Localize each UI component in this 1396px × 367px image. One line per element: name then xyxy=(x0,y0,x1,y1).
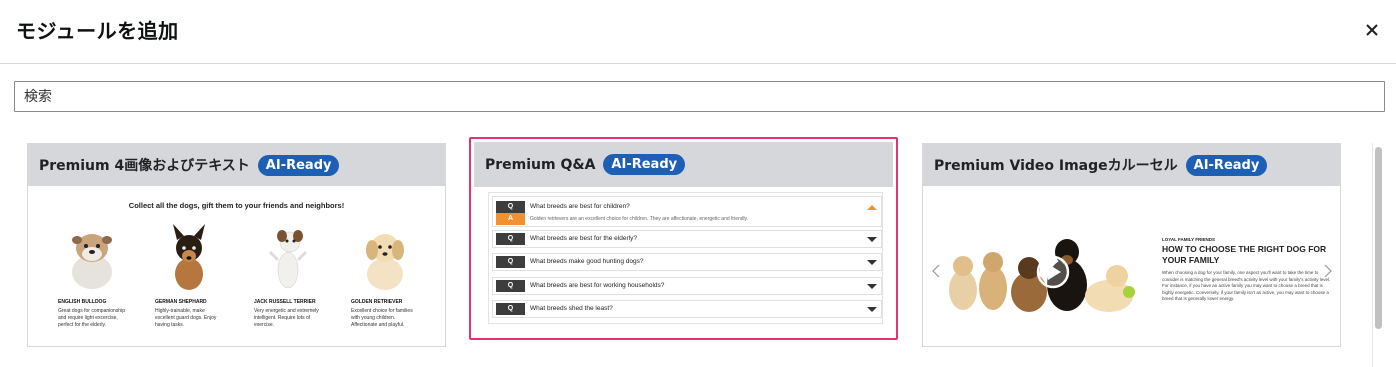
chevron-up-icon xyxy=(867,205,877,210)
qa-item: Q What breeds are best for working house… xyxy=(492,277,882,295)
card-title: Premium Video Imageカルーセル xyxy=(934,158,1178,174)
question-tag: Q xyxy=(496,233,525,245)
ai-ready-badge: AI-Ready xyxy=(257,154,340,176)
qa-item: Q What breeds are best for the elderly? xyxy=(492,230,882,248)
card-preview: Collect all the dogs, gift them to your … xyxy=(28,186,445,346)
qa-item-expanded: Q What breeds are best for children? A G… xyxy=(492,196,882,227)
chevron-down-icon xyxy=(867,307,877,312)
golden-retriever-image xyxy=(366,234,404,290)
dog-item: ENGLISH BULLDOG Great dogs for companion… xyxy=(58,224,144,329)
chevron-right-icon xyxy=(1324,264,1332,278)
dog-name: GERMAN SHEPHARD xyxy=(155,299,207,305)
dog-item: JACK RUSSELL TERRIER Very energetic and … xyxy=(254,224,340,329)
preview-headline: HOW TO CHOOSE THE RIGHT DOG FOR YOUR FAM… xyxy=(1162,244,1327,265)
carousel-dots xyxy=(923,339,1340,346)
question-text: What breeds shed the least? xyxy=(530,305,613,312)
chevron-left-icon xyxy=(932,264,940,278)
dog-description: Excellent choice for families with young… xyxy=(351,308,413,328)
chevron-down-icon xyxy=(867,284,877,289)
module-card-premium-4-image[interactable]: Premium 4画像およびテキスト AI-Ready Collect all … xyxy=(27,143,446,347)
card-header: Premium Video Imageカルーセル AI-Ready xyxy=(923,144,1340,186)
bulldog-image xyxy=(72,234,112,289)
dog-description: Great dogs for companionship and require… xyxy=(58,308,125,328)
module-card-premium-qa[interactable]: Premium Q&A AI-Ready Q What breeds are b… xyxy=(469,137,898,340)
dog-item: GERMAN SHEPHARD Highly-trainable, make e… xyxy=(155,224,241,329)
search-input[interactable] xyxy=(14,81,1385,112)
preview-headline: Collect all the dogs, gift them to your … xyxy=(128,201,345,210)
preview-body: When choosing a dog for your family, one… xyxy=(1162,270,1331,301)
answer-tag: A xyxy=(496,213,525,225)
qa-item: Q What breeds shed the least? xyxy=(492,300,882,318)
dogs-video-image xyxy=(949,239,1135,312)
question-text: What breeds are best for working househo… xyxy=(530,282,665,289)
ai-ready-badge: AI-Ready xyxy=(603,154,686,175)
dialog-title: モジュールを追加 xyxy=(16,19,179,43)
question-tag: Q xyxy=(496,201,525,213)
card-title: Premium 4画像およびテキスト xyxy=(39,158,250,174)
card-header: Premium 4画像およびテキスト AI-Ready xyxy=(28,144,445,186)
scrollbar-thumb[interactable] xyxy=(1375,147,1382,329)
dialog-header: モジュールを追加 xyxy=(0,0,1396,64)
card-preview: Q What breeds are best for children? A G… xyxy=(474,187,893,335)
scrollbar[interactable] xyxy=(1372,143,1382,367)
card-title: Premium Q&A xyxy=(485,156,596,173)
question-tag: Q xyxy=(496,280,525,292)
question-text: What breeds make good hunting dogs? xyxy=(530,258,644,265)
dog-name: GOLDEN RETRIEVER xyxy=(351,299,403,305)
chevron-down-icon xyxy=(867,237,877,242)
question-text: What breeds are best for children? xyxy=(530,203,630,210)
card-preview: LOYAL FAMILY FRIENDS HOW TO CHOOSE THE R… xyxy=(923,186,1340,346)
chevron-down-icon xyxy=(867,260,877,265)
dog-description: Highly-trainable, make excellent guard d… xyxy=(155,308,217,328)
jack-russell-image xyxy=(268,230,308,289)
german-shepherd-image xyxy=(173,224,205,290)
qa-list: Q What breeds are best for children? A G… xyxy=(488,192,883,324)
question-tag: Q xyxy=(496,256,525,268)
dog-name: JACK RUSSELL TERRIER xyxy=(254,299,316,305)
question-tag: Q xyxy=(496,303,525,315)
qa-item: Q What breeds make good hunting dogs? xyxy=(492,253,882,271)
answer-text: Golden retrievers are an excellent choic… xyxy=(530,216,749,222)
dog-description: Very energetic and extremely intelligent… xyxy=(254,308,319,328)
preview-eyebrow: LOYAL FAMILY FRIENDS xyxy=(1162,237,1216,242)
close-icon[interactable] xyxy=(1362,20,1382,40)
dog-item: GOLDEN RETRIEVER Excellent choice for fa… xyxy=(351,224,437,329)
card-header: Premium Q&A AI-Ready xyxy=(474,142,893,187)
question-text: What breeds are best for the elderly? xyxy=(530,235,637,242)
ai-ready-badge: AI-Ready xyxy=(1185,154,1268,176)
module-card-premium-video-carousel[interactable]: Premium Video Imageカルーセル AI-Ready LOYAL … xyxy=(922,143,1341,347)
dog-name: ENGLISH BULLDOG xyxy=(58,299,107,305)
